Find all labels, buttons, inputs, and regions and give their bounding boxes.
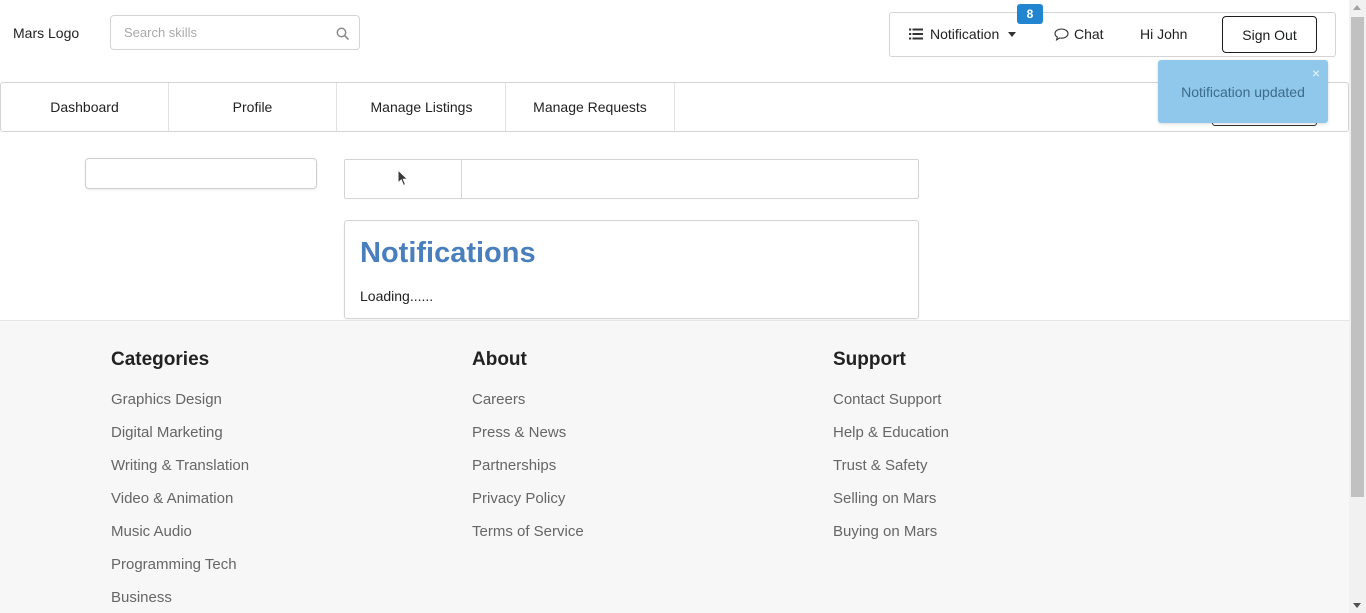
search-box <box>110 15 360 50</box>
footer-link[interactable]: Press & News <box>472 424 584 457</box>
chevron-down-icon <box>1008 31 1017 37</box>
logo[interactable]: Mars Logo <box>13 25 79 41</box>
notification-dropdown[interactable]: Notification <box>909 26 1017 42</box>
scrollbar-thumb[interactable] <box>1351 17 1364 497</box>
footer-link[interactable]: Trust & Safety <box>833 457 949 490</box>
loading-text: Loading...... <box>360 288 434 304</box>
footer-link[interactable]: Video & Animation <box>111 490 249 523</box>
footer-link[interactable]: Business <box>111 589 249 613</box>
content-tab-bar <box>344 159 919 199</box>
search-input[interactable] <box>111 16 321 49</box>
footer-link[interactable]: Music Audio <box>111 523 249 556</box>
footer-link[interactable]: Partnerships <box>472 457 584 490</box>
notification-count-badge: 8 <box>1017 4 1043 24</box>
footer-link[interactable]: Selling on Mars <box>833 490 949 523</box>
close-icon[interactable]: × <box>1312 66 1320 80</box>
footer-heading: Categories <box>111 349 210 370</box>
footer-link[interactable]: Graphics Design <box>111 391 249 424</box>
footer: Categories Graphics Design Digital Marke… <box>0 320 1349 613</box>
footer-link[interactable]: Buying on Mars <box>833 523 949 556</box>
main-nav: Dashboard Profile Manage Listings Manage… <box>0 82 1349 132</box>
vertical-scrollbar[interactable] <box>1349 0 1366 613</box>
user-greeting[interactable]: Hi John <box>1140 26 1187 42</box>
footer-heading: About <box>472 349 527 370</box>
tab-manage-requests[interactable]: Manage Requests <box>506 83 675 131</box>
mouse-cursor-icon <box>397 169 409 187</box>
chat-label: Chat <box>1074 26 1104 42</box>
toast-notification: × Notification updated <box>1158 60 1328 123</box>
search-icon[interactable] <box>336 27 349 40</box>
toast-message: Notification updated <box>1181 84 1305 100</box>
scroll-up-icon[interactable] <box>1353 5 1361 10</box>
footer-link[interactable]: Programming Tech <box>111 556 249 589</box>
tab-dashboard[interactable]: Dashboard <box>1 83 169 131</box>
footer-column-support: Support Contact Support Help & Education… <box>833 349 949 556</box>
notifications-card: Notifications Loading...... <box>344 220 919 319</box>
top-menu: Notification 8 Chat Hi John Sign Out <box>889 4 1336 57</box>
footer-heading: Support <box>833 349 906 370</box>
footer-column-categories: Categories Graphics Design Digital Marke… <box>111 349 249 613</box>
footer-link[interactable]: Help & Education <box>833 424 949 457</box>
sidebar-panel <box>85 158 317 189</box>
footer-link[interactable]: Careers <box>472 391 584 424</box>
notifications-title: Notifications <box>360 237 536 269</box>
chat-link[interactable]: Chat <box>1054 26 1104 42</box>
list-icon <box>909 28 923 40</box>
sign-out-button[interactable]: Sign Out <box>1222 16 1317 53</box>
footer-link[interactable]: Privacy Policy <box>472 490 584 523</box>
scroll-down-icon[interactable] <box>1353 603 1361 608</box>
chat-icon <box>1054 27 1069 41</box>
footer-column-about: About Careers Press & News Partnerships … <box>472 349 584 556</box>
footer-link[interactable]: Writing & Translation <box>111 457 249 490</box>
footer-link[interactable]: Contact Support <box>833 391 949 424</box>
notification-label: Notification <box>930 26 1000 42</box>
tab-manage-listings[interactable]: Manage Listings <box>338 83 506 131</box>
tab-profile[interactable]: Profile <box>169 83 337 131</box>
footer-link[interactable]: Digital Marketing <box>111 424 249 457</box>
footer-link[interactable]: Terms of Service <box>472 523 584 556</box>
